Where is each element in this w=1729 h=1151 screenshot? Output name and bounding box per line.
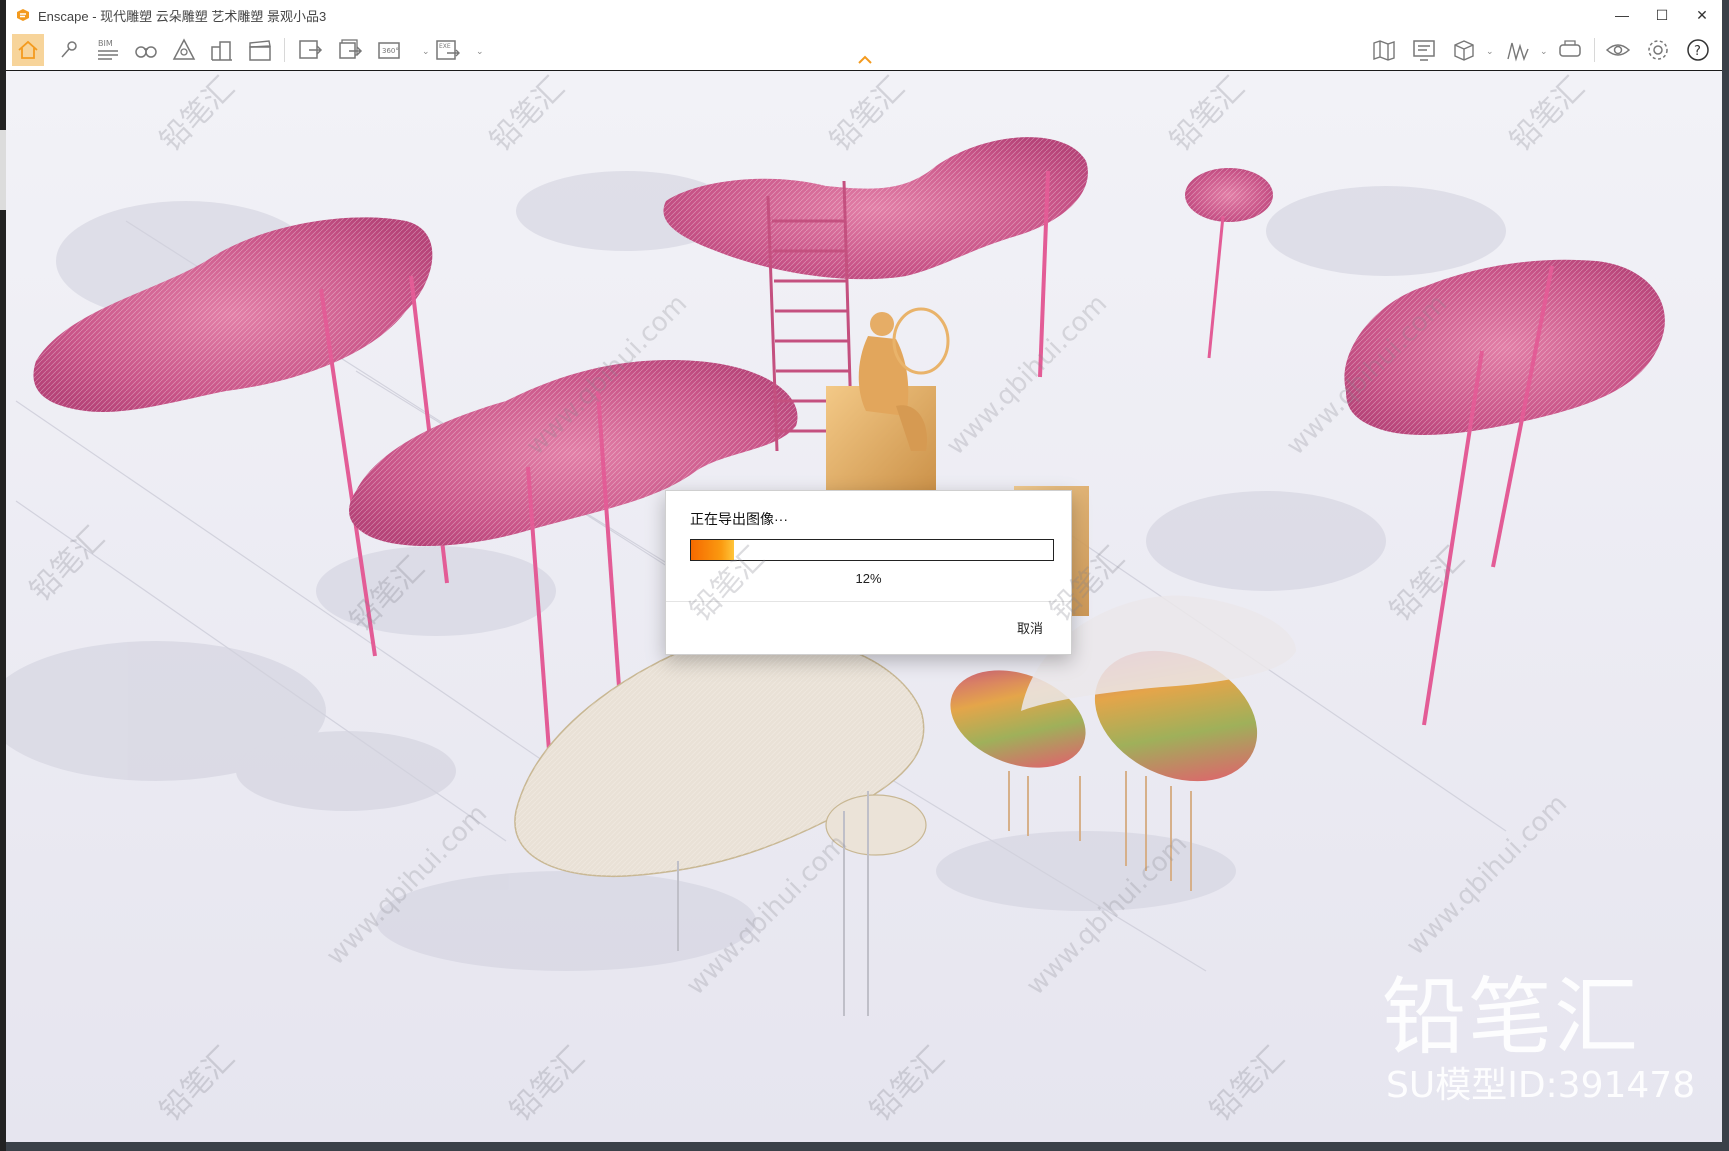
- dialog-divider: [666, 601, 1071, 602]
- panorama-dropdown-icon[interactable]: ⌄: [422, 46, 430, 57]
- panorama-button[interactable]: 360°: [374, 34, 406, 66]
- exe-dropdown-icon[interactable]: ⌄: [476, 46, 484, 57]
- eye-icon: [1605, 44, 1631, 56]
- monitor-icon: [1413, 40, 1435, 61]
- export-progress-dialog: 正在导出图像··· 12% 取消: [665, 490, 1072, 655]
- toolbar-separator: [1594, 38, 1595, 62]
- close-button[interactable]: ✕: [1682, 4, 1722, 26]
- vr-headset-icon: [1559, 40, 1581, 57]
- batch-export-icon: [339, 39, 363, 59]
- home-button[interactable]: [12, 34, 44, 66]
- chart-icon: [1507, 42, 1529, 62]
- asset-library-button[interactable]: [1448, 34, 1480, 66]
- buildings-icon: [211, 41, 232, 61]
- enscape-window: Enscape - 现代雕塑 云朵雕塑 艺术雕塑 景观小品3 — ☐ ✕ BIM: [6, 0, 1722, 1142]
- exe-export-button[interactable]: EXE: [432, 34, 464, 66]
- settings-button[interactable]: [1642, 34, 1674, 66]
- maximize-button[interactable]: ☐: [1642, 4, 1682, 26]
- vr-button[interactable]: [1554, 34, 1586, 66]
- svg-text:BIM: BIM: [98, 39, 113, 48]
- window-title: Enscape - 现代雕塑 云朵雕塑 艺术雕塑 景观小品3: [38, 8, 327, 24]
- dialog-title: 正在导出图像···: [690, 511, 788, 527]
- monitor-button[interactable]: [1408, 34, 1440, 66]
- atmosphere-icon: [172, 38, 196, 60]
- home-icon: [18, 40, 38, 59]
- gear-icon: [1648, 40, 1668, 60]
- collapse-toolbar-icon[interactable]: [857, 54, 873, 66]
- asset-dropdown-icon[interactable]: ⌄: [1486, 46, 1494, 57]
- map-icon: [1373, 40, 1395, 61]
- binoculars-icon: [135, 46, 157, 58]
- chart-dropdown-icon[interactable]: ⌄: [1540, 46, 1548, 57]
- atmosphere-button[interactable]: [168, 34, 200, 66]
- pin-icon: [61, 41, 77, 58]
- export-image-button[interactable]: [294, 34, 326, 66]
- batch-export-button[interactable]: [334, 34, 366, 66]
- buildings-button[interactable]: [206, 34, 238, 66]
- cancel-button[interactable]: 取消: [1017, 618, 1043, 637]
- export-progress-fill: [691, 540, 735, 560]
- title-bar: Enscape - 现代雕塑 云朵雕塑 艺术雕塑 景观小品3 — ☐ ✕: [6, 0, 1722, 30]
- map-button[interactable]: [1368, 34, 1400, 66]
- help-icon: ?: [1687, 39, 1709, 61]
- video-button[interactable]: [244, 34, 276, 66]
- panorama-icon: 360°: [378, 42, 400, 59]
- help-button[interactable]: ?: [1682, 34, 1714, 66]
- exe-export-icon: EXE: [436, 40, 460, 60]
- svg-text:EXE: EXE: [439, 43, 451, 50]
- enscape-logo-icon: [17, 9, 29, 21]
- visibility-button[interactable]: [1602, 34, 1634, 66]
- export-progress-percent: 12%: [855, 571, 882, 586]
- binoculars-button[interactable]: [130, 34, 162, 66]
- views-button[interactable]: [54, 34, 86, 66]
- export-progress-bar: [690, 539, 1054, 561]
- minimize-button[interactable]: —: [1602, 4, 1642, 26]
- bim-button[interactable]: BIM: [92, 34, 124, 66]
- toolbar-separator: [284, 38, 285, 62]
- clapper-icon: [249, 40, 271, 61]
- svg-text:360°: 360°: [382, 47, 399, 55]
- bim-icon: BIM: [98, 39, 118, 60]
- export-image-icon: [299, 40, 323, 59]
- svg-text:?: ?: [1694, 44, 1701, 59]
- box-icon: [1454, 40, 1474, 61]
- chart-button[interactable]: [1502, 34, 1534, 66]
